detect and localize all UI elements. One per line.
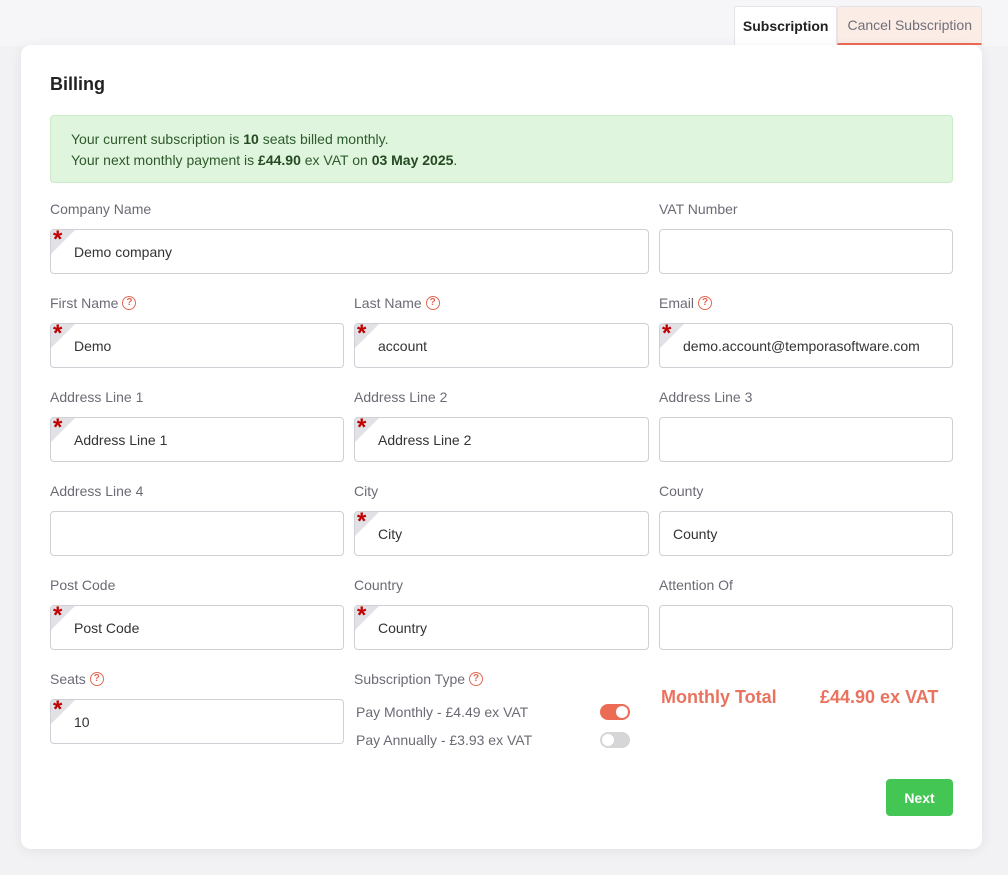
seats-input[interactable]: * 10	[50, 699, 344, 744]
attention-of-field: Attention Of	[659, 576, 953, 650]
last-name-input[interactable]: * account	[354, 323, 649, 368]
required-asterisk-icon: *	[53, 323, 63, 347]
subscription-type-label: Subscription Type?	[354, 670, 649, 688]
alert-line-1: Your current subscription is 10 seats bi…	[71, 131, 389, 147]
required-asterisk-icon: *	[357, 417, 367, 441]
toggle-knob	[616, 706, 628, 718]
country-label: Country	[354, 577, 404, 593]
first-name-field: First Name? * Demo	[50, 294, 344, 368]
required-asterisk-icon: *	[357, 323, 367, 347]
tab-subscription[interactable]: Subscription	[733, 6, 838, 45]
post-code-field: Post Code * Post Code	[50, 576, 344, 650]
question-circle-icon[interactable]: ?	[698, 296, 713, 310]
address-line-1-input[interactable]: * Address Line 1	[50, 417, 344, 462]
post-code-input[interactable]: * Post Code	[50, 605, 344, 650]
address-line-1-field: Address Line 1 * Address Line 1	[50, 388, 344, 462]
city-input[interactable]: * City	[354, 511, 649, 556]
seats-field: Seats? * 10	[50, 670, 344, 744]
toggle-knob	[602, 734, 614, 746]
first-name-input[interactable]: * Demo	[50, 323, 344, 368]
company-name-label: Company Name	[50, 201, 152, 217]
question-circle-icon[interactable]: ?	[469, 672, 484, 686]
address-line-1-label: Address Line 1	[50, 389, 144, 405]
address-line-3-field: Address Line 3	[659, 388, 953, 462]
billing-card: Billing Your current subscription is 10 …	[21, 45, 982, 849]
page-title: Billing	[50, 74, 105, 94]
address-line-2-label: Address Line 2	[354, 389, 448, 405]
monthly-total-label: Monthly Total	[661, 687, 777, 707]
required-asterisk-icon: *	[662, 323, 672, 347]
county-input[interactable]: County	[659, 511, 953, 556]
email-field: Email? * demo.account@temporasoftware.co…	[659, 294, 953, 368]
pay-monthly-toggle[interactable]	[600, 704, 630, 720]
email-input[interactable]: * demo.account@temporasoftware.com	[659, 323, 953, 368]
vat-number-label: VAT Number	[659, 201, 738, 217]
address-line-4-field: Address Line 4	[50, 482, 344, 556]
company-name-field: Company Name * Demo company	[50, 200, 649, 274]
pay-annually-toggle[interactable]	[600, 732, 630, 748]
country-input[interactable]: * Country	[354, 605, 649, 650]
pay-monthly-option: Pay Monthly - £4.49 ex VAT	[356, 702, 630, 722]
required-asterisk-icon: *	[53, 417, 63, 441]
tab-cancel-subscription[interactable]: Cancel Subscription	[837, 6, 982, 45]
alert-line-2: Your next monthly payment is £44.90 ex V…	[71, 152, 458, 168]
vat-number-field: VAT Number	[659, 200, 953, 274]
last-name-field: Last Name? * account	[354, 294, 649, 368]
county-field: County County	[659, 482, 953, 556]
address-line-3-input[interactable]	[659, 417, 953, 462]
address-line-2-input[interactable]: * Address Line 2	[354, 417, 649, 462]
city-label: City	[354, 483, 379, 499]
required-asterisk-icon: *	[357, 511, 367, 535]
country-field: Country * Country	[354, 576, 649, 650]
last-name-label: Last Name?	[354, 294, 649, 312]
post-code-label: Post Code	[50, 577, 116, 593]
address-line-2-field: Address Line 2 * Address Line 2	[354, 388, 649, 462]
required-asterisk-icon: *	[53, 699, 63, 723]
seats-label: Seats?	[50, 670, 344, 688]
address-line-4-label: Address Line 4	[50, 483, 144, 499]
subscription-info-alert: Your current subscription is 10 seats bi…	[50, 115, 953, 183]
first-name-label: First Name?	[50, 294, 344, 312]
question-circle-icon[interactable]: ?	[89, 672, 104, 686]
vat-number-input[interactable]	[659, 229, 953, 274]
required-asterisk-icon: *	[53, 229, 63, 253]
next-button[interactable]: Next	[886, 779, 953, 816]
pay-annually-option: Pay Annually - £3.93 ex VAT	[356, 730, 630, 750]
required-asterisk-icon: *	[357, 605, 367, 629]
address-line-4-input[interactable]	[50, 511, 344, 556]
address-line-3-label: Address Line 3	[659, 389, 753, 405]
county-label: County	[659, 483, 704, 499]
attention-of-label: Attention Of	[659, 577, 733, 593]
question-circle-icon[interactable]: ?	[122, 296, 137, 310]
company-name-input[interactable]: * Demo company	[50, 229, 649, 274]
monthly-total-value: £44.90 ex VAT	[820, 687, 939, 707]
city-field: City * City	[354, 482, 649, 556]
email-label: Email?	[659, 294, 953, 312]
question-circle-icon[interactable]: ?	[425, 296, 440, 310]
subscription-type-field: Subscription Type?	[354, 670, 649, 699]
required-asterisk-icon: *	[53, 605, 63, 629]
attention-of-input[interactable]	[659, 605, 953, 650]
tab-bar: Subscription Cancel Subscription	[733, 6, 982, 45]
